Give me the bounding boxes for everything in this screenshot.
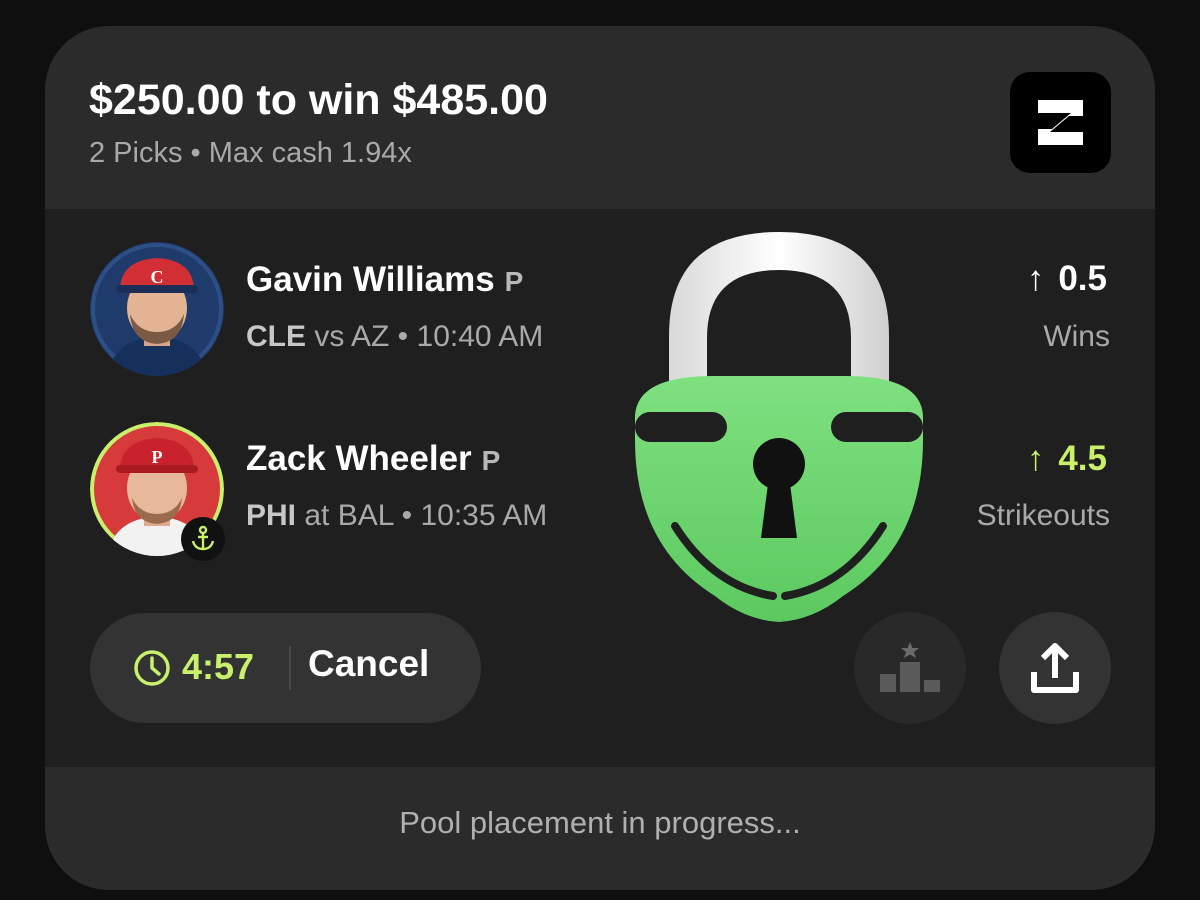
entry-card: $250.00 to win $485.00 2 Picks • Max cas…: [45, 26, 1155, 890]
pick-line: ↑ 0.5: [1026, 259, 1107, 298]
cancel-button[interactable]: Cancel: [308, 643, 429, 685]
entry-header: $250.00 to win $485.00 2 Picks • Max cas…: [45, 26, 1155, 209]
pool-status: Pool placement in progress...: [399, 805, 801, 840]
timer-cancel-pill: 4:57 Cancel: [90, 613, 481, 723]
player-position: P: [481, 445, 501, 476]
up-arrow-icon: ↑: [1026, 259, 1045, 298]
clock-icon: [133, 649, 171, 692]
pick-stat: Strikeouts: [976, 499, 1110, 532]
svg-text:P: P: [152, 447, 163, 467]
player-matchup: PHI at BAL • 10:35 AM: [246, 499, 548, 532]
player-avatar-gavin-williams: C: [90, 242, 224, 376]
padlock-icon: [633, 226, 925, 631]
player-position: P: [504, 266, 524, 297]
entry-subtitle: 2 Picks • Max cash 1.94x: [89, 137, 412, 169]
player-matchup: CLE vs AZ • 10:40 AM: [246, 320, 544, 353]
pick-line: ↑ 4.5: [1026, 439, 1107, 478]
up-arrow-icon: ↑: [1026, 439, 1045, 478]
svg-text:C: C: [151, 267, 164, 287]
pick-stat: Wins: [1043, 320, 1110, 353]
entry-title: $250.00 to win $485.00: [89, 76, 548, 124]
player-name: Gavin Williams P: [246, 260, 524, 299]
entry-footer: Pool placement in progress...: [45, 767, 1155, 890]
leaderboard-button[interactable]: [854, 612, 966, 724]
share-button[interactable]: [999, 612, 1111, 724]
podium-icon: [880, 642, 940, 692]
share-icon: [1031, 643, 1079, 693]
brand-logo-icon: [1010, 72, 1111, 173]
cancel-timer: 4:57: [182, 646, 255, 687]
anchor-icon: [181, 517, 225, 561]
divider: [289, 646, 291, 690]
player-name: Zack Wheeler P: [246, 439, 501, 478]
